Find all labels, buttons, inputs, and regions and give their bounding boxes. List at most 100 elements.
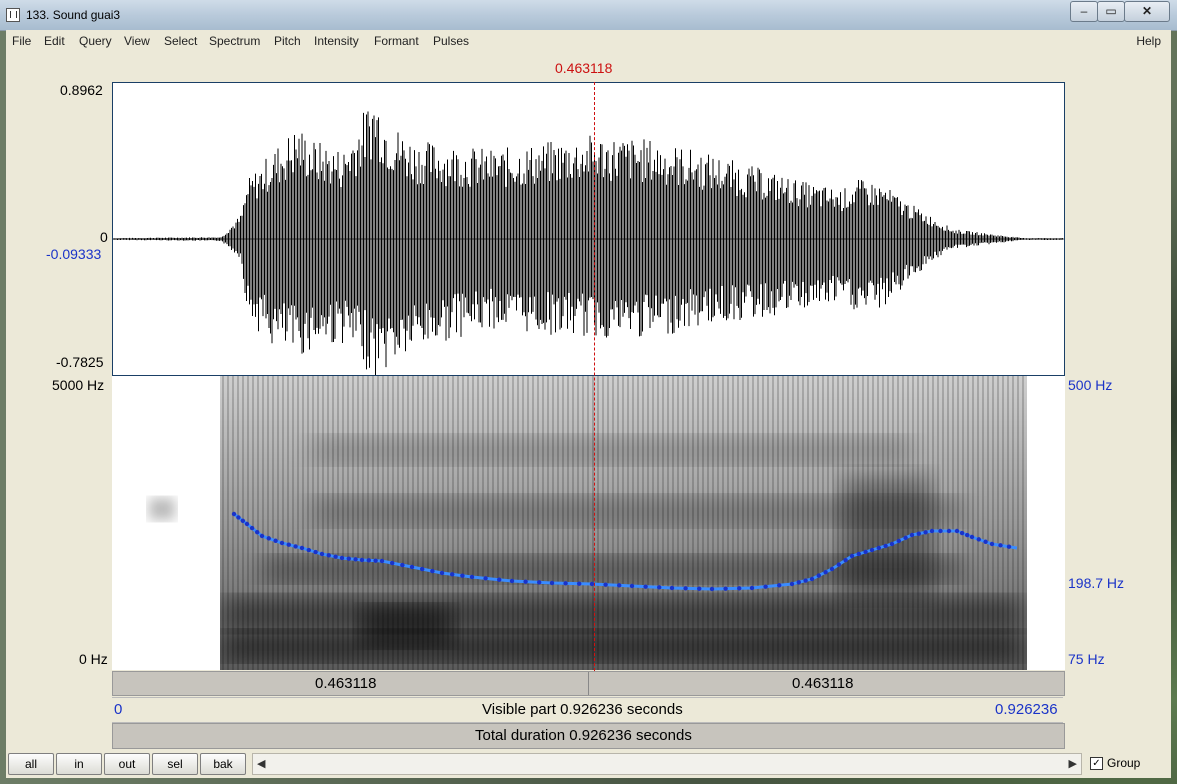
pitch-point — [709, 586, 715, 592]
pitch-point — [849, 553, 855, 559]
menu-help[interactable]: Help — [1136, 34, 1161, 48]
total-duration-bar[interactable]: Total duration 0.926236 seconds — [112, 723, 1065, 749]
pitch-point — [319, 551, 325, 557]
pitch-point — [983, 539, 988, 544]
time-bar-divider — [588, 672, 589, 695]
zoom-all-button[interactable]: all — [8, 753, 54, 775]
menu-view[interactable]: View — [124, 34, 150, 48]
visible-end-label: 0.926236 — [995, 701, 1058, 718]
pitch-point — [883, 543, 888, 549]
pitch-point — [373, 558, 378, 563]
pitch-point — [333, 554, 338, 559]
pitch-point — [657, 585, 662, 590]
maximize-button[interactable]: ▭ — [1097, 1, 1125, 22]
waveform-cursor-value: -0.09333 — [46, 246, 102, 262]
pitch-point — [946, 528, 952, 534]
pitch-point — [869, 547, 875, 553]
sound-editor-window: 133. Sound guai3 – ▭ ✕ File Edit Query V… — [0, 0, 1177, 784]
menu-spectrum[interactable]: Spectrum — [209, 34, 260, 48]
scroll-right-icon[interactable]: ▶ — [1069, 757, 1077, 770]
pitch-point — [279, 540, 285, 546]
pitch-point — [537, 580, 542, 585]
bottom-toolbar: all in out sel bak ◀ ▶ ✓ Group — [6, 751, 1171, 777]
close-button[interactable]: ✕ — [1124, 1, 1170, 22]
menu-pitch[interactable]: Pitch — [274, 34, 301, 48]
cursor-time-bar[interactable]: 0.463118 0.463118 — [112, 671, 1065, 696]
menu-file[interactable]: File — [12, 34, 31, 48]
pitch-point — [863, 549, 868, 555]
pitch-bottom-label: 75 Hz — [1068, 651, 1105, 667]
pitch-point — [763, 584, 768, 589]
pitch-point — [326, 553, 331, 558]
pitch-point — [796, 580, 801, 585]
pitch-point — [697, 586, 702, 591]
pitch-current-label: 198.7 Hz — [1068, 575, 1125, 591]
visible-part-bar[interactable]: 0 Visible part 0.926236 seconds 0.926236 — [112, 697, 1063, 723]
spectrogram-plot — [149, 376, 1027, 670]
pitch-top-label: 500 Hz — [1068, 377, 1113, 393]
pitch-point — [603, 582, 608, 587]
menu-query[interactable]: Query — [79, 34, 112, 48]
total-duration-label: Total duration 0.926236 seconds — [475, 727, 692, 744]
pitch-point — [483, 576, 488, 581]
waveform-plot — [113, 111, 1064, 375]
time-bar-left-label: 0.463118 — [315, 675, 377, 692]
pitch-point — [249, 525, 255, 531]
horizontal-scrollbar[interactable]: ◀ ▶ — [252, 753, 1082, 775]
pitch-point — [965, 532, 970, 538]
group-checkbox[interactable]: ✓ — [1090, 757, 1103, 770]
menu-edit[interactable]: Edit — [44, 34, 65, 48]
zoom-back-button[interactable]: bak — [200, 753, 246, 775]
pitch-point — [777, 583, 782, 588]
pitch-point — [509, 578, 515, 584]
zoom-in-button[interactable]: in — [56, 753, 102, 775]
scroll-left-icon[interactable]: ◀ — [257, 757, 265, 770]
pitch-point — [379, 558, 385, 564]
pitch-point — [954, 528, 960, 534]
pitch-point — [836, 562, 841, 567]
signal-display[interactable] — [112, 82, 1065, 671]
pitch-point — [889, 541, 895, 547]
spectrogram-panel[interactable] — [112, 376, 1065, 670]
zoom-out-button[interactable]: out — [104, 753, 150, 775]
menu-formant[interactable]: Formant — [374, 34, 419, 48]
zoom-sel-button[interactable]: sel — [152, 753, 198, 775]
minimize-button[interactable]: – — [1070, 1, 1098, 22]
pitch-point — [998, 543, 1003, 548]
pitch-point — [231, 511, 237, 517]
pitch-point — [896, 538, 901, 544]
waveform-min-label: -0.7825 — [56, 354, 104, 370]
pitch-point — [313, 549, 318, 555]
pitch-point — [293, 544, 298, 549]
visible-part-label: Visible part 0.926236 seconds — [482, 701, 683, 718]
pitch-point — [339, 555, 345, 561]
pitch-point — [306, 547, 311, 553]
pitch-point — [450, 572, 455, 577]
pitch-point — [240, 518, 246, 523]
pitch-point — [497, 577, 502, 582]
pitch-point — [803, 578, 808, 583]
menu-intensity[interactable]: Intensity — [314, 34, 359, 48]
waveform-zero-label: 0 — [100, 229, 108, 245]
pitch-point — [629, 583, 635, 589]
pitch-point — [643, 584, 648, 589]
pitch-point — [683, 586, 688, 591]
spectrogram-min-label: 0 Hz — [79, 651, 108, 667]
pitch-point — [969, 534, 975, 540]
menu-select[interactable]: Select — [164, 34, 197, 48]
waveform-panel[interactable] — [112, 82, 1065, 376]
pitch-point — [669, 585, 675, 591]
pitch-point — [577, 581, 582, 586]
spectrogram-artifact — [149, 498, 175, 520]
pitch-point — [989, 541, 995, 547]
title-bar[interactable]: 133. Sound guai3 – ▭ ✕ — [0, 0, 1177, 31]
menu-pulses[interactable]: Pulses — [433, 34, 469, 48]
pitch-point — [439, 570, 445, 576]
cursor-time-label: 0.463118 — [555, 60, 613, 76]
pitch-point — [856, 551, 861, 557]
spectrogram-max-label: 5000 Hz — [52, 377, 105, 393]
pitch-point — [286, 542, 291, 547]
pitch-point — [273, 538, 278, 543]
group-label: Group — [1107, 756, 1141, 770]
pitch-point — [959, 530, 965, 536]
